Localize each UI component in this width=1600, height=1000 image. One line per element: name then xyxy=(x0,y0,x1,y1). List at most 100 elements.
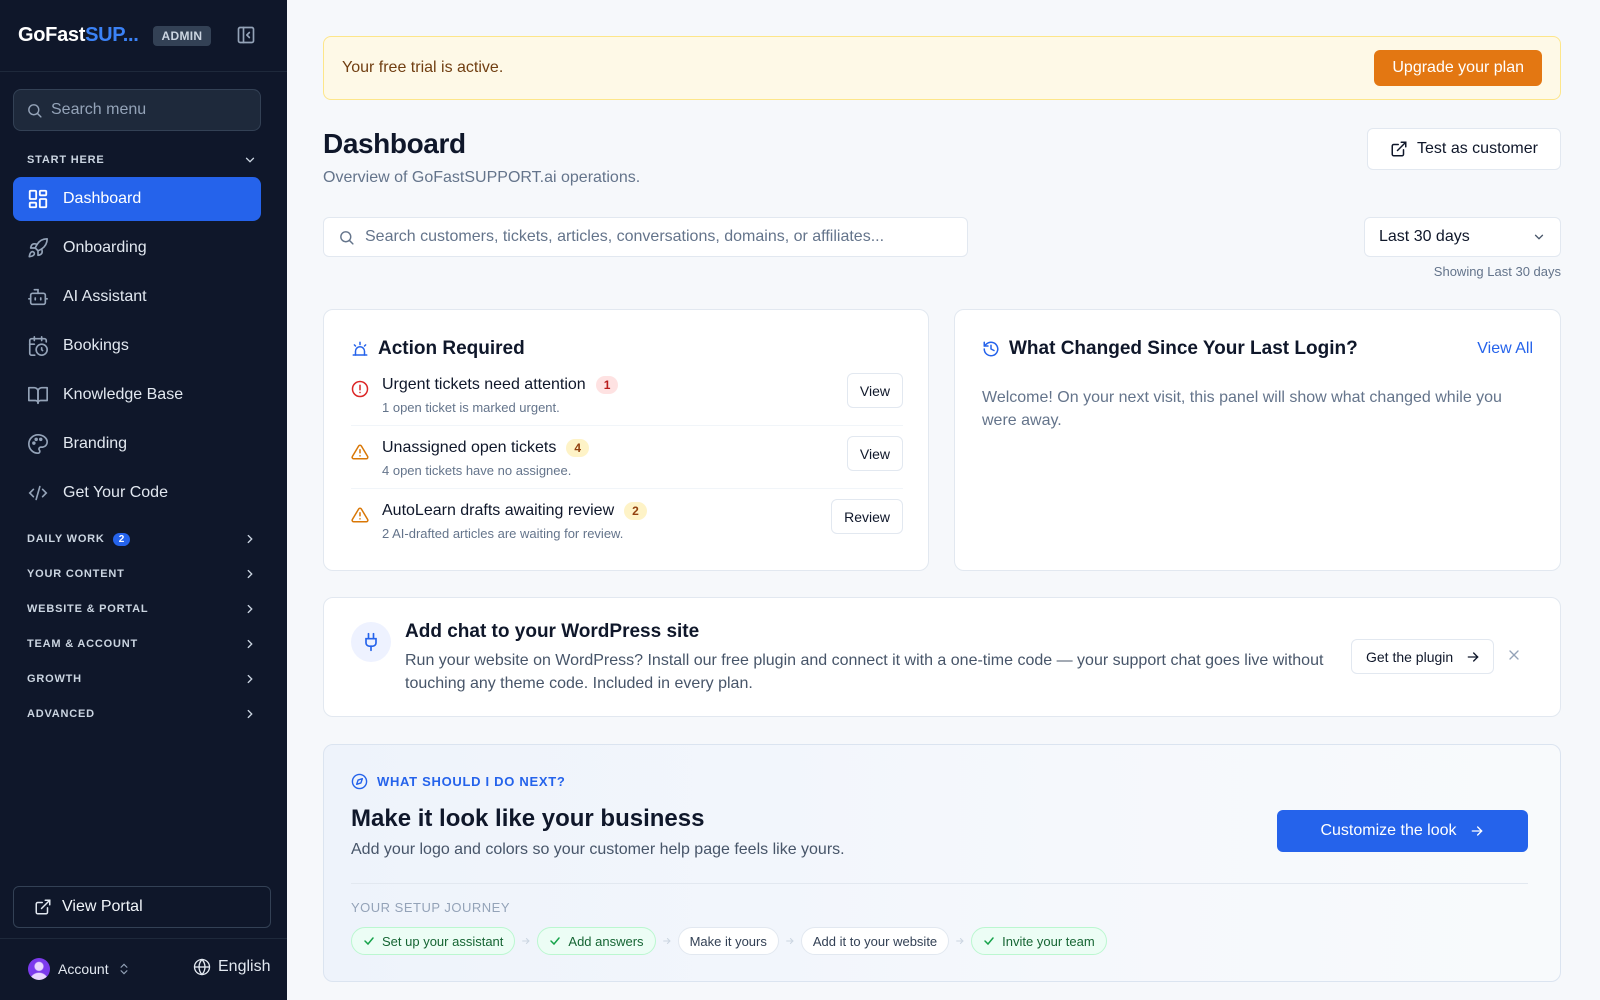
book-open-icon xyxy=(28,386,48,405)
count-badge: 4 xyxy=(566,439,590,457)
dashboard-icon xyxy=(28,189,48,209)
language-switcher[interactable]: English xyxy=(193,958,270,976)
section-growth[interactable]: GROWTH xyxy=(27,672,257,686)
view-unassigned-button[interactable]: View xyxy=(846,436,903,471)
brand-logo[interactable]: GoFastSUP... xyxy=(18,24,139,47)
plug-icon-badge xyxy=(351,622,391,662)
arrow-right-icon xyxy=(662,937,671,945)
section-start-here[interactable]: START HERE xyxy=(27,153,257,167)
setup-journey: Set up your assistant Add answers Make i… xyxy=(351,927,1107,955)
sidebar-divider xyxy=(0,938,287,939)
next-step-eyebrow: WHAT SHOULD I DO NEXT? xyxy=(351,773,565,790)
chevron-down-icon xyxy=(1534,234,1544,240)
date-range-select[interactable]: Last 30 days xyxy=(1364,217,1561,257)
section-your-content[interactable]: YOUR CONTENT xyxy=(27,567,257,581)
section-daily-work[interactable]: DAILY WORK 2 xyxy=(27,532,257,546)
menu-search-input[interactable] xyxy=(51,101,241,119)
view-portal-button[interactable]: View Portal xyxy=(13,886,271,928)
action-item-urgent: Urgent tickets need attention 1 1 open ti… xyxy=(351,373,903,438)
chevron-right-icon xyxy=(247,604,253,614)
wordpress-title: Add chat to your WordPress site xyxy=(405,621,700,642)
chevron-down-icon xyxy=(245,157,255,163)
sidebar-item-ai-assistant[interactable]: AI Assistant xyxy=(13,275,261,319)
view-urgent-button[interactable]: View xyxy=(846,373,903,408)
count-badge: 2 xyxy=(624,502,647,520)
journey-step-team[interactable]: Invite your team xyxy=(971,927,1107,955)
what-changed-card: What Changed Since Your Last Login? View… xyxy=(954,309,1561,571)
chevron-right-icon xyxy=(247,534,253,544)
external-link-icon xyxy=(35,899,51,915)
view-all-link[interactable]: View All xyxy=(1477,340,1533,358)
arrow-right-icon xyxy=(1467,651,1479,662)
close-icon[interactable] xyxy=(1506,647,1522,663)
journey-step-assistant[interactable]: Set up your assistant xyxy=(351,927,516,955)
date-range-note: Showing Last 30 days xyxy=(1433,264,1561,279)
check-icon xyxy=(984,937,994,946)
arrow-right-icon xyxy=(786,937,794,945)
sidebar-item-get-your-code[interactable]: Get Your Code xyxy=(13,471,261,515)
avatar xyxy=(28,958,50,980)
sidebar: GoFastSUP... ADMIN START HERE Dashboard … xyxy=(0,0,287,1000)
chevrons-up-down-icon xyxy=(120,963,128,975)
action-item-autolearn: AutoLearn drafts awaiting review 2 2 AI-d… xyxy=(351,499,903,564)
section-website-portal[interactable]: WEBSITE & PORTAL xyxy=(27,602,257,616)
warning-triangle-icon xyxy=(351,507,369,523)
get-plugin-button[interactable]: Get the plugin xyxy=(1351,639,1495,674)
sidebar-item-dashboard[interactable]: Dashboard xyxy=(13,177,261,221)
wordpress-card: Add chat to your WordPress site Run your… xyxy=(323,597,1561,717)
compass-icon xyxy=(351,773,368,790)
divider xyxy=(351,488,903,489)
sidebar-item-branding[interactable]: Branding xyxy=(13,422,261,466)
account-menu[interactable]: Account xyxy=(28,958,131,980)
arrow-right-icon xyxy=(956,937,964,945)
brand-row: GoFastSUP... ADMIN xyxy=(0,0,287,72)
test-as-customer-button[interactable]: Test as customer xyxy=(1367,128,1561,170)
rocket-icon xyxy=(28,238,48,258)
next-step-description: Add your logo and colors so your custome… xyxy=(351,841,845,858)
warning-triangle-icon xyxy=(351,444,369,460)
next-step-card: WHAT SHOULD I DO NEXT? Make it look like… xyxy=(323,744,1561,982)
chevron-right-icon xyxy=(247,639,253,649)
what-changed-title: What Changed Since Your Last Login? xyxy=(982,338,1358,360)
alert-circle-icon xyxy=(351,380,369,398)
chevron-right-icon xyxy=(247,674,253,684)
action-required-title: Action Required xyxy=(351,338,525,360)
search-icon xyxy=(340,230,354,245)
check-icon xyxy=(550,937,561,946)
journey-step-make-it-yours[interactable]: Make it yours xyxy=(677,927,779,955)
arrow-right-icon xyxy=(522,937,531,945)
customize-look-button[interactable]: Customize the look xyxy=(1277,810,1528,852)
trial-banner: Your free trial is active. Upgrade your … xyxy=(323,36,1561,100)
page-subtitle: Overview of GoFastSUPPORT.ai operations. xyxy=(323,169,641,186)
divider xyxy=(351,425,903,426)
journey-step-answers[interactable]: Add answers xyxy=(537,927,656,955)
what-changed-message: Welcome! On your next visit, this panel … xyxy=(982,389,1502,429)
next-step-title: Make it look like your business xyxy=(351,805,705,832)
action-required-card: Action Required Urgent tickets need atte… xyxy=(323,309,929,571)
history-icon xyxy=(983,341,999,357)
chevron-right-icon xyxy=(247,709,253,719)
clipboard-alert-icon xyxy=(352,341,368,356)
journey-step-website[interactable]: Add it to your website xyxy=(800,927,950,955)
sidebar-item-knowledge-base[interactable]: Knowledge Base xyxy=(13,373,261,417)
setup-journey-label: YOUR SETUP JOURNEY xyxy=(351,900,511,915)
global-search-input[interactable] xyxy=(365,228,955,246)
wordpress-description: Run your website on WordPress? Install o… xyxy=(405,652,1324,692)
code-icon xyxy=(28,485,48,501)
trial-message: Your free trial is active. xyxy=(342,59,504,76)
arrow-right-icon xyxy=(1471,826,1483,836)
upgrade-plan-button[interactable]: Upgrade your plan xyxy=(1374,50,1542,86)
menu-search[interactable] xyxy=(13,89,261,131)
collapse-sidebar-icon[interactable] xyxy=(236,25,256,45)
action-item-unassigned: Unassigned open tickets 4 4 open tickets … xyxy=(351,436,903,501)
review-drafts-button[interactable]: Review xyxy=(831,499,903,534)
count-badge: 1 xyxy=(595,376,619,394)
global-search[interactable] xyxy=(323,217,968,257)
section-team-account[interactable]: TEAM & ACCOUNT xyxy=(27,637,257,651)
sidebar-item-onboarding[interactable]: Onboarding xyxy=(13,226,261,270)
admin-badge: ADMIN xyxy=(152,25,212,46)
plug-icon xyxy=(365,632,377,652)
sidebar-item-bookings[interactable]: Bookings xyxy=(13,324,261,368)
section-advanced[interactable]: ADVANCED xyxy=(27,707,257,721)
bot-icon xyxy=(28,288,48,306)
